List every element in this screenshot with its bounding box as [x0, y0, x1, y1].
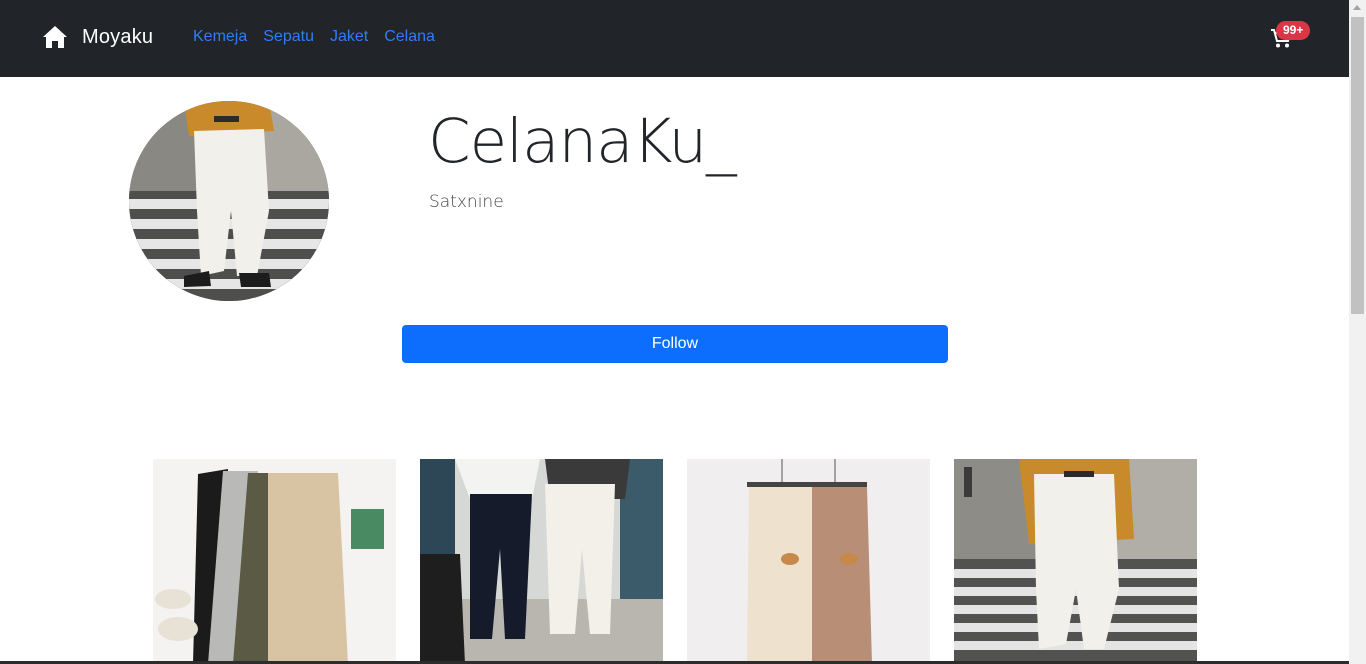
brand-name: Moyaku	[82, 25, 154, 48]
product-image-4	[954, 459, 1197, 664]
profile-name: CelanaKu_	[428, 106, 737, 177]
product-card-2[interactable]	[420, 459, 663, 664]
nav-links: Kemeja Sepatu Jaket Celana	[193, 28, 435, 46]
profile-avatar	[129, 101, 329, 301]
scrollbar[interactable]	[1349, 0, 1366, 664]
product-image-1	[153, 459, 396, 664]
product-card-3[interactable]	[687, 459, 930, 664]
nav-link-sepatu[interactable]: Sepatu	[263, 28, 314, 46]
scroll-thumb[interactable]	[1351, 17, 1364, 314]
product-image-2	[420, 459, 663, 664]
nav-link-celana[interactable]: Celana	[384, 28, 435, 46]
navbar: Moyaku Kemeja Sepatu Jaket Celana 99+	[0, 0, 1349, 77]
product-image-3	[687, 459, 930, 664]
cart-count-badge: 99+	[1276, 21, 1311, 40]
scroll-up-arrow-icon[interactable]	[1353, 5, 1361, 10]
follow-button[interactable]: Follow	[402, 325, 948, 363]
profile-subtitle: Satxnine	[429, 192, 504, 212]
brand-link[interactable]: Moyaku	[42, 25, 153, 49]
product-card-1[interactable]	[153, 459, 396, 664]
home-icon	[43, 26, 67, 48]
nav-link-jaket[interactable]: Jaket	[330, 28, 368, 46]
nav-link-kemeja[interactable]: Kemeja	[193, 28, 247, 46]
product-card-4[interactable]	[954, 459, 1197, 664]
